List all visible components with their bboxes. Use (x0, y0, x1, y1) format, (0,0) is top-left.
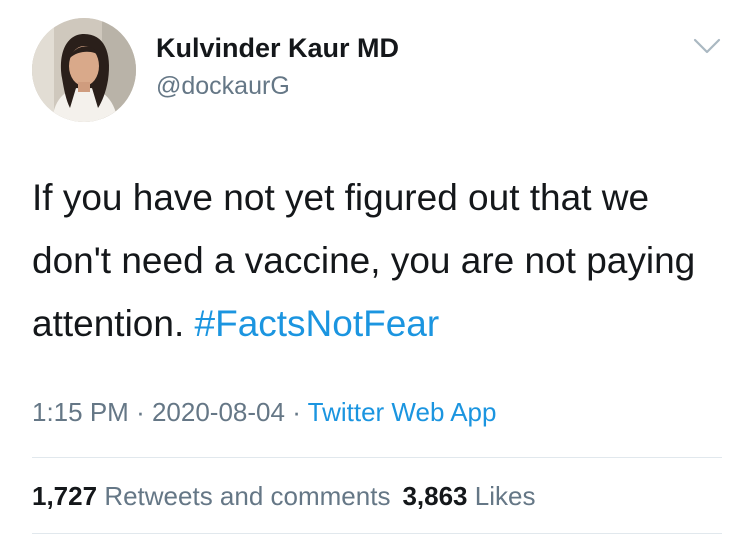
display-name[interactable]: Kulvinder Kaur MD (156, 33, 399, 64)
tweet-text: If you have not yet figured out that we … (32, 166, 722, 355)
tweet-source-link[interactable]: Twitter Web App (308, 397, 497, 427)
tweet-date[interactable]: 2020-08-04 (152, 397, 285, 427)
divider (32, 533, 722, 534)
chevron-down-icon[interactable] (692, 36, 722, 56)
retweets-label[interactable]: Retweets and comments (104, 481, 390, 511)
hashtag-link[interactable]: #FactsNotFear (195, 303, 440, 344)
divider (32, 457, 722, 458)
tweet-time: 1:15 PM (32, 397, 129, 427)
tweet-stats: 1,727 Retweets and comments 3,863 Likes (32, 481, 535, 512)
likes-count[interactable]: 3,863 (402, 481, 467, 511)
retweets-count[interactable]: 1,727 (32, 481, 97, 511)
avatar[interactable] (32, 18, 136, 122)
user-handle[interactable]: @dockaurG (156, 72, 290, 101)
tweet-metadata: 1:15 PM · 2020-08-04 · Twitter Web App (32, 397, 496, 428)
meta-separator: · (292, 397, 301, 427)
profile-photo (32, 18, 136, 122)
likes-label[interactable]: Likes (475, 481, 536, 511)
meta-separator: · (136, 397, 145, 427)
